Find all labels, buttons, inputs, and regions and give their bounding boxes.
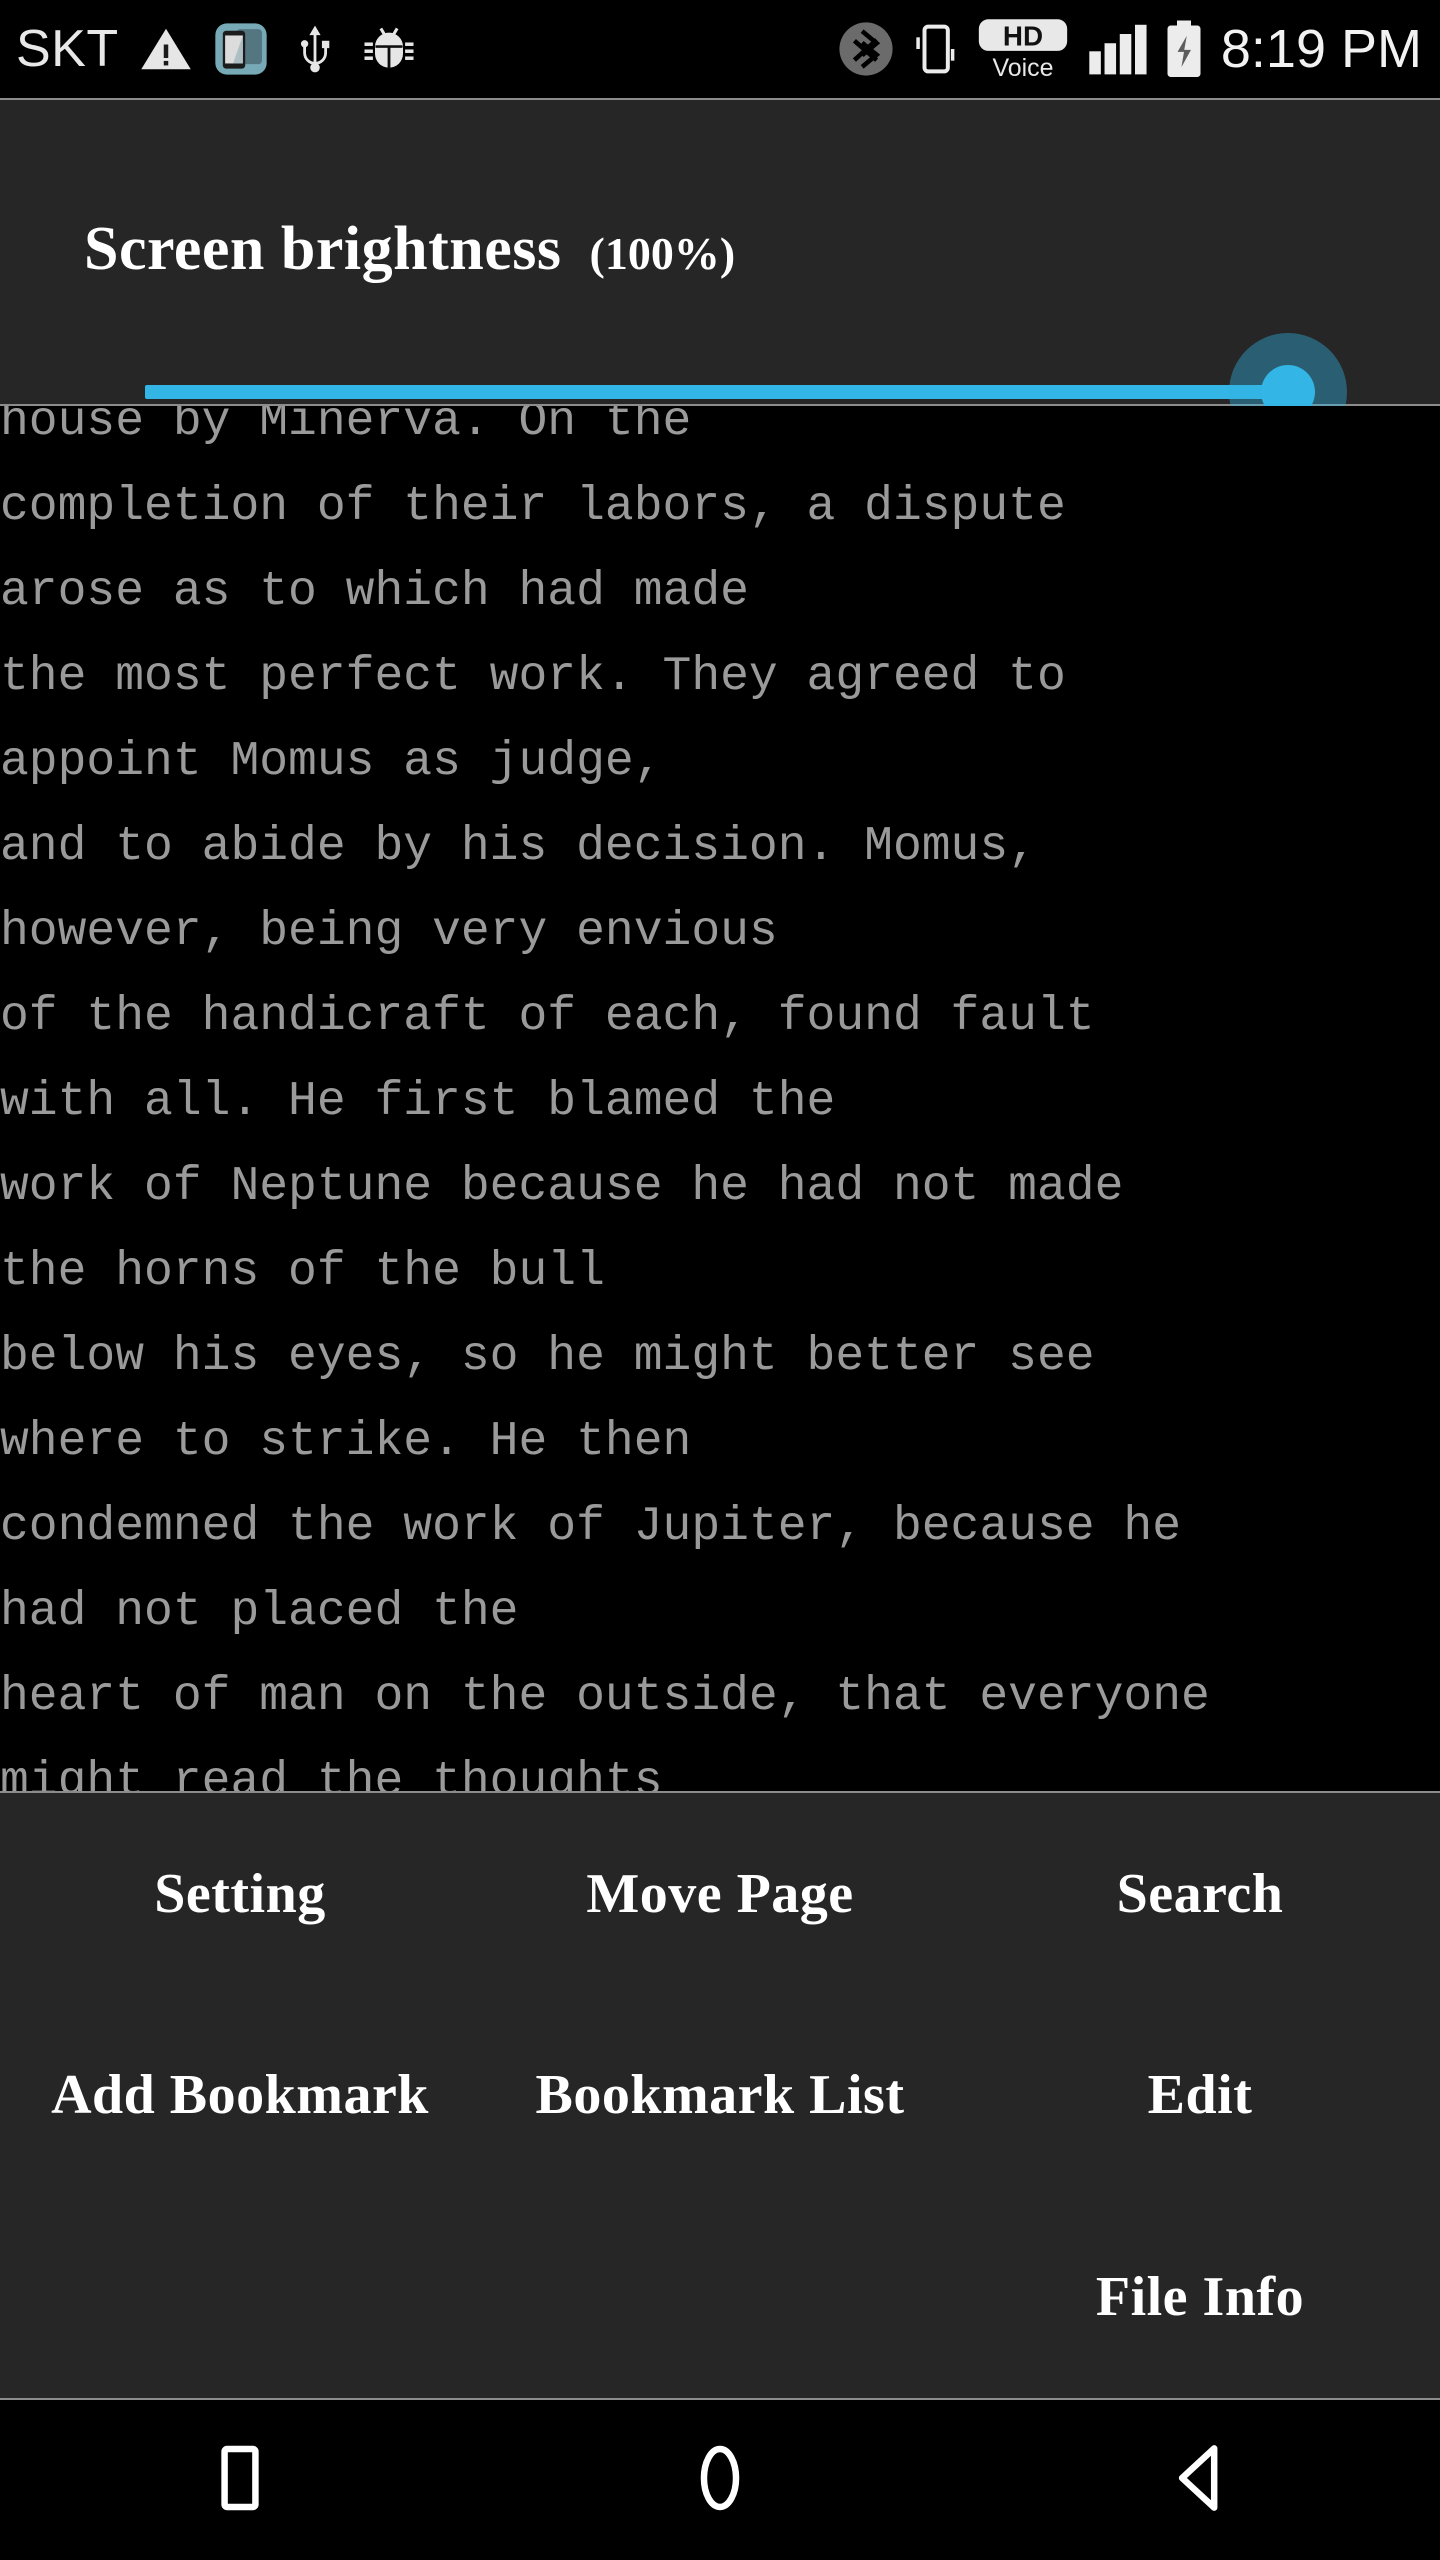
menu-item-label: Edit bbox=[1147, 2064, 1253, 2127]
home-circle-icon bbox=[683, 2441, 757, 2520]
brightness-percent-label: (100%) bbox=[589, 228, 736, 279]
carrier-label: SKT bbox=[16, 20, 119, 78]
vibrate-icon bbox=[911, 21, 959, 77]
menu-item-add-bookmark[interactable]: Add Bookmark bbox=[0, 1995, 480, 2197]
menu-item-label: Bookmark List bbox=[535, 2064, 905, 2127]
menu-item-file-info[interactable]: File Info bbox=[960, 2196, 1440, 2398]
book-text-line: and to abide by his decision. Momus, bbox=[0, 820, 1037, 874]
book-text-line: house by Minerva. On the bbox=[0, 406, 692, 449]
menu-item-label: Add Bookmark bbox=[51, 2064, 429, 2127]
warning-triangle-icon bbox=[139, 22, 193, 76]
back-triangle-icon bbox=[1163, 2441, 1237, 2520]
usb-icon bbox=[289, 23, 341, 75]
reader-options-menu: Setting Move Page Search Add Bookmark Bookma… bbox=[0, 1791, 1440, 2400]
brightness-title: Screen brightness bbox=[84, 215, 562, 283]
book-text-line: however, being very envious bbox=[0, 905, 778, 959]
book-text-line: arose as to which had made bbox=[0, 565, 749, 619]
book-text-lines: house by Minerva. On the completion of th… bbox=[0, 406, 1440, 1791]
signal-bars-icon bbox=[1087, 20, 1147, 78]
book-text-line: condemned the work of Jupiter, because h… bbox=[0, 1500, 1181, 1554]
menu-item-search[interactable]: Search bbox=[960, 1793, 1440, 1995]
menu-cell-empty bbox=[480, 2196, 960, 2398]
status-bar-left-group: SKT bbox=[0, 0, 417, 98]
book-text-line: of the handicraft of each, found fault bbox=[0, 990, 1095, 1044]
menu-cell-empty bbox=[0, 2196, 480, 2398]
debug-bug-icon bbox=[361, 21, 417, 77]
menu-item-label: File Info bbox=[1095, 2266, 1305, 2329]
svg-text:HD: HD bbox=[1003, 21, 1043, 52]
book-text-line: had not placed the bbox=[0, 1585, 519, 1639]
menu-item-bookmark-list[interactable]: Bookmark List bbox=[480, 1995, 960, 2197]
book-text-line: heart of man on the outside, that everyo… bbox=[0, 1670, 1210, 1724]
bluetooth-icon bbox=[837, 20, 895, 78]
book-text-line: completion of their labors, a dispute bbox=[0, 480, 1066, 534]
home-button[interactable] bbox=[630, 2400, 810, 2560]
menu-item-label: Setting bbox=[154, 1862, 326, 1925]
menu-item-move-page[interactable]: Move Page bbox=[480, 1793, 960, 1995]
book-text-line: the most perfect work. They agreed to bbox=[0, 650, 1066, 704]
brightness-slider-track[interactable] bbox=[145, 385, 1305, 399]
battery-charging-icon bbox=[1163, 19, 1205, 79]
svg-text:Voice: Voice bbox=[992, 54, 1053, 80]
back-button[interactable] bbox=[1110, 2400, 1290, 2560]
app-phone-icon bbox=[213, 21, 269, 77]
hd-voice-icon: HD Voice bbox=[975, 18, 1071, 80]
status-bar-right-group: HD Voice 8:19 PM bbox=[837, 0, 1440, 98]
book-text-line: appoint Momus as judge, bbox=[0, 735, 663, 789]
recents-button[interactable] bbox=[150, 2400, 330, 2560]
menu-item-label: Search bbox=[1116, 1862, 1284, 1925]
recents-square-icon bbox=[203, 2441, 277, 2520]
book-text-area[interactable]: house by Minerva. On the completion of th… bbox=[0, 406, 1440, 1791]
book-text-line: below his eyes, so he might better see bbox=[0, 1330, 1095, 1384]
android-screen: SKT HD Voice 8:19 PM Screen brightness (… bbox=[0, 0, 1440, 2560]
book-text-line: where to strike. He then bbox=[0, 1415, 692, 1469]
menu-item-label: Move Page bbox=[586, 1862, 854, 1925]
android-navigation-bar bbox=[0, 2400, 1440, 2560]
brightness-title-row: Screen brightness (100%) bbox=[84, 218, 735, 280]
book-text-line: might read the thoughts bbox=[0, 1755, 663, 1791]
status-bar-clock: 8:19 PM bbox=[1220, 19, 1422, 79]
reader-options-grid: Setting Move Page Search Add Bookmark Bookma… bbox=[0, 1793, 1440, 2398]
screen-brightness-panel: Screen brightness (100%) bbox=[0, 98, 1440, 451]
book-text-line: work of Neptune because he had not made bbox=[0, 1160, 1124, 1214]
menu-item-edit[interactable]: Edit bbox=[960, 1995, 1440, 2197]
status-bar: SKT HD Voice 8:19 PM bbox=[0, 0, 1440, 98]
book-text-line: the horns of the bull bbox=[0, 1245, 605, 1299]
book-text-line: with all. He first blamed the bbox=[0, 1075, 836, 1129]
brightness-slider[interactable] bbox=[145, 333, 1347, 451]
menu-item-setting[interactable]: Setting bbox=[0, 1793, 480, 1995]
